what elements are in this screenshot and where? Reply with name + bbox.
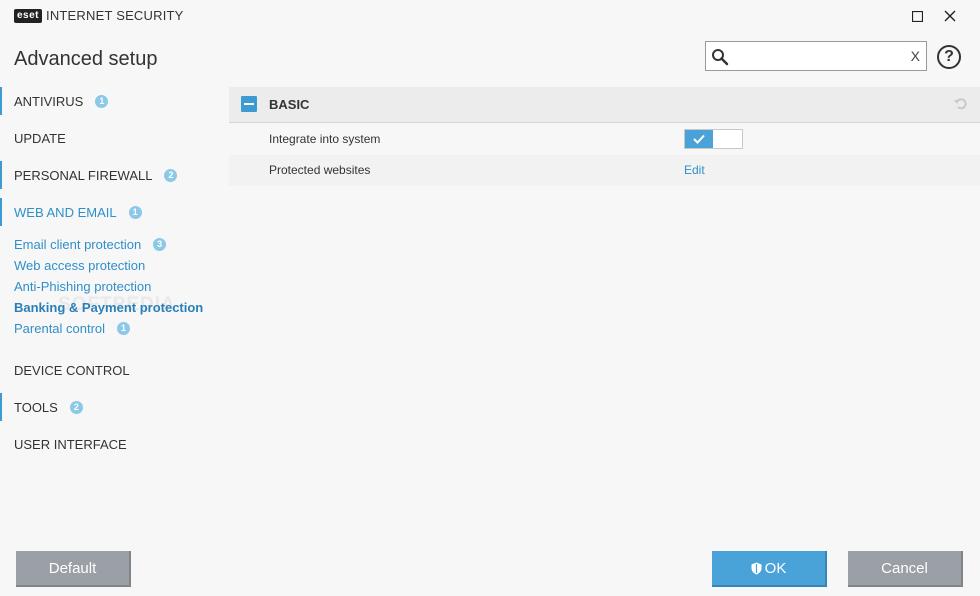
sidebar-item-device-control[interactable]: DEVICE CONTROL — [0, 356, 228, 384]
brand: eset INTERNET SECURITY — [14, 8, 184, 23]
default-button-label: Default — [48, 559, 97, 577]
ok-button[interactable]: OK — [712, 551, 827, 587]
notification-badge: 2 — [164, 168, 178, 182]
cancel-button-label: Cancel — [881, 559, 928, 577]
close-icon — [944, 10, 956, 22]
subitem-label: Parental control — [14, 321, 106, 336]
subitem-label: Web access protection — [14, 258, 146, 273]
help-button[interactable]: ? — [937, 45, 961, 69]
subitem-label: Email client protection — [14, 237, 142, 252]
collapse-icon[interactable] — [241, 96, 257, 112]
shield-icon — [751, 562, 762, 574]
cancel-button[interactable]: Cancel — [848, 551, 963, 587]
maximize-button[interactable] — [905, 6, 929, 26]
sidebar-item-label: TOOLS — [14, 399, 58, 415]
maximize-icon — [911, 10, 923, 22]
title-bar: eset INTERNET SECURITY — [0, 0, 980, 32]
notification-badge: 1 — [95, 94, 109, 108]
subitem-label: Anti-Phishing protection — [14, 279, 152, 294]
integrate-toggle[interactable] — [684, 129, 743, 149]
revert-icon[interactable] — [954, 96, 968, 110]
subitem-email-client-protection[interactable]: Email client protection 3 — [0, 234, 228, 255]
sidebar-item-personal-firewall[interactable]: PERSONAL FIREWALL 2 — [0, 161, 228, 189]
subitem-parental-control[interactable]: Parental control 1 — [0, 318, 228, 339]
sidebar-item-user-interface[interactable]: USER INTERFACE — [0, 430, 228, 458]
setting-row-protected-websites: Protected websites Edit — [229, 155, 980, 186]
eset-logo: eset — [14, 8, 43, 23]
sidebar-item-web-and-email[interactable]: WEB AND EMAIL 1 — [0, 198, 228, 226]
setting-row-integrate: Integrate into system — [229, 124, 980, 155]
notification-badge: 2 — [69, 400, 83, 414]
subitem-web-access-protection[interactable]: Web access protection — [0, 255, 228, 276]
sidebar-item-antivirus[interactable]: ANTIVIRUS 1 — [0, 87, 228, 115]
section-header-basic: BASIC — [229, 87, 980, 123]
default-button[interactable]: Default — [16, 551, 131, 587]
search-box[interactable]: X — [705, 41, 927, 71]
sidebar-item-label: USER INTERFACE — [14, 436, 127, 452]
subitem-label: Banking & Payment protection — [14, 300, 204, 315]
section-title: BASIC — [269, 97, 310, 112]
toggle-on-state — [685, 130, 713, 148]
setting-label: Protected websites — [269, 163, 371, 177]
notification-badge: 1 — [128, 205, 142, 219]
setting-label: Integrate into system — [269, 132, 381, 146]
checkmark-icon — [693, 134, 705, 144]
sidebar-item-label: PERSONAL FIREWALL — [14, 167, 153, 183]
product-name: INTERNET SECURITY — [46, 8, 184, 23]
notification-badge: 1 — [117, 322, 131, 335]
ok-button-label: OK — [764, 559, 787, 577]
sidebar-item-label: ANTIVIRUS — [14, 93, 84, 109]
search-icon — [712, 49, 729, 66]
search-input[interactable] — [732, 45, 906, 69]
notification-badge: 3 — [153, 238, 167, 251]
search-clear-icon[interactable]: X — [911, 48, 920, 64]
sidebar-item-label: UPDATE — [14, 130, 66, 146]
page-title: Advanced setup — [14, 48, 158, 70]
sidebar-item-label: DEVICE CONTROL — [14, 362, 130, 378]
sidebar-item-tools[interactable]: TOOLS 2 — [0, 393, 228, 421]
sidebar-item-label: WEB AND EMAIL — [14, 204, 117, 220]
subitem-banking-payment-protection[interactable]: Banking & Payment protection — [0, 297, 228, 318]
sidebar-item-update[interactable]: UPDATE — [0, 124, 228, 152]
close-button[interactable] — [938, 6, 962, 26]
edit-link[interactable]: Edit — [684, 163, 705, 177]
